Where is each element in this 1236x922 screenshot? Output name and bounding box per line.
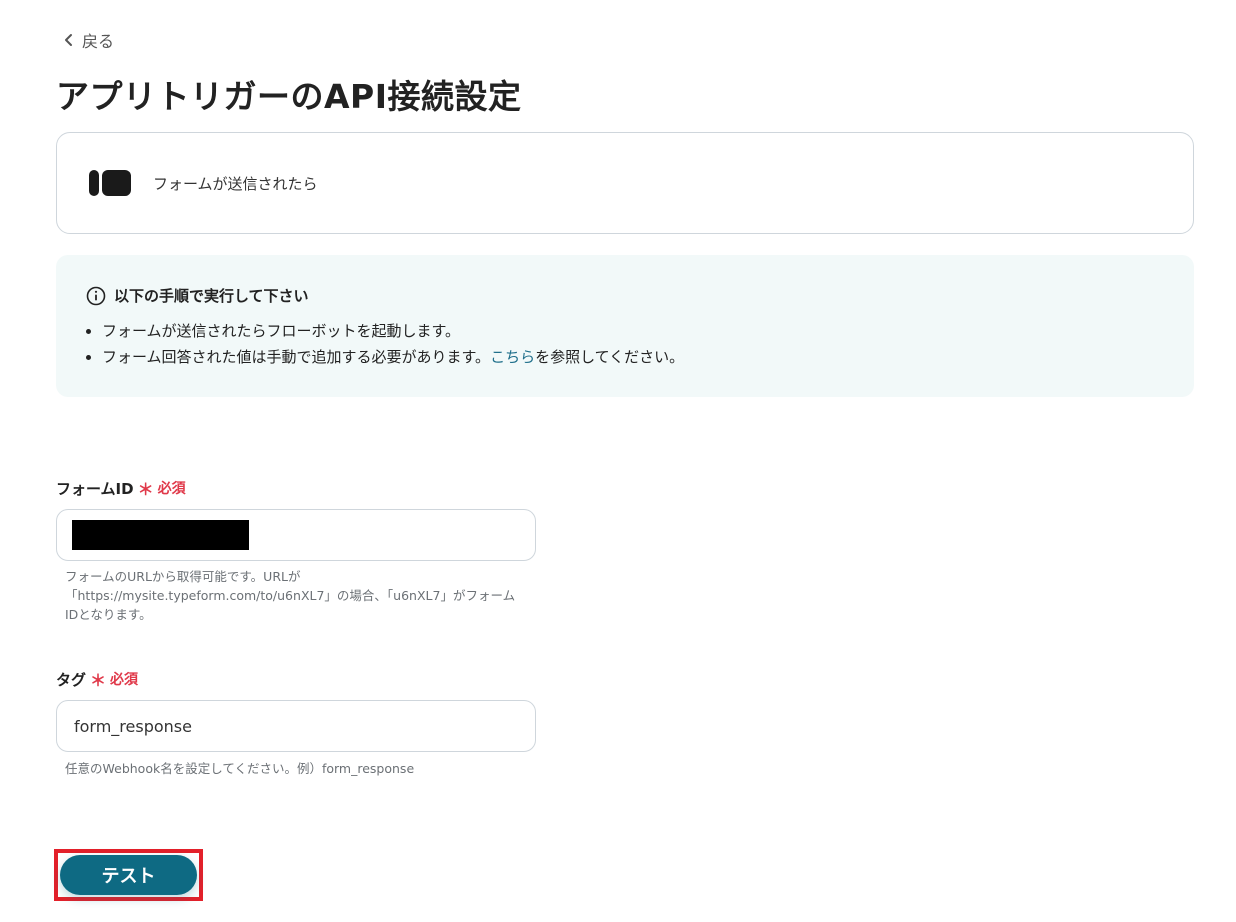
instruction-item: フォーム回答された値は手動で追加する必要があります。こちらを参照してください。 (102, 344, 1194, 370)
instructions-box: 以下の手順で実行して下さい フォームが送信されたらフローボットを起動します。 フ… (56, 255, 1194, 397)
back-link[interactable]: 戻る (62, 28, 114, 52)
app-trigger-card: フォームが送信されたら (56, 132, 1194, 234)
tag-help: 任意のWebhook名を設定してください。例）form_response (65, 761, 415, 776)
info-icon (86, 286, 106, 305)
instructions-title: 以下の手順で実行して下さい (86, 285, 1194, 306)
form-id-help-line: IDとなります。 (65, 607, 152, 622)
form-id-help: フォームのURLから取得可能です。URLが 「https://mysite.ty… (65, 567, 535, 624)
instructions-title-text: 以下の手順で実行して下さい (114, 287, 309, 305)
page-title: アプリトリガーのAPI接続設定 (56, 77, 522, 116)
instructions-list: フォームが送信されたらフローボットを起動します。 フォーム回答された値は手動で追… (86, 318, 1194, 370)
redacted-value (72, 520, 249, 550)
tag-input[interactable]: form_response (56, 700, 536, 752)
required-asterisk: ＊ (137, 480, 154, 499)
back-label: 戻る (82, 32, 115, 51)
reference-link[interactable]: こちら (490, 348, 535, 366)
form-id-help-line: フォームのURLから取得可能です。URLが (65, 569, 301, 584)
trigger-label: フォームが送信されたら (153, 174, 318, 193)
required-asterisk: ＊ (90, 671, 107, 690)
tag-input-value: form_response (74, 716, 192, 736)
form-id-label-text: フォームID (56, 479, 134, 498)
tag-label-text: タグ (56, 670, 87, 689)
form-id-label: フォームID ＊ 必須 (56, 476, 186, 500)
instruction-item: フォームが送信されたらフローボットを起動します。 (102, 318, 1194, 344)
test-button[interactable]: テスト (60, 855, 197, 895)
instruction-text: を参照してください。 (535, 348, 685, 366)
instruction-text: フォームが送信されたらフローボットを起動します。 (102, 322, 461, 340)
required-text: 必須 (157, 481, 186, 497)
form-id-input[interactable] (56, 509, 536, 561)
required-text: 必須 (110, 672, 139, 688)
instruction-text: フォーム回答された値は手動で追加する必要があります。 (102, 348, 491, 366)
api-connection-settings-page: 戻る アプリトリガーのAPI接続設定 フォームが送信されたら 以下の手順で実行し… (0, 0, 1236, 922)
tag-label: タグ ＊ 必須 (56, 667, 138, 691)
chevron-left-icon (65, 34, 72, 46)
form-id-help-line: 「https://mysite.typeform.com/to/u6nXL7」の… (65, 588, 516, 603)
typeform-logo-icon (89, 170, 131, 196)
